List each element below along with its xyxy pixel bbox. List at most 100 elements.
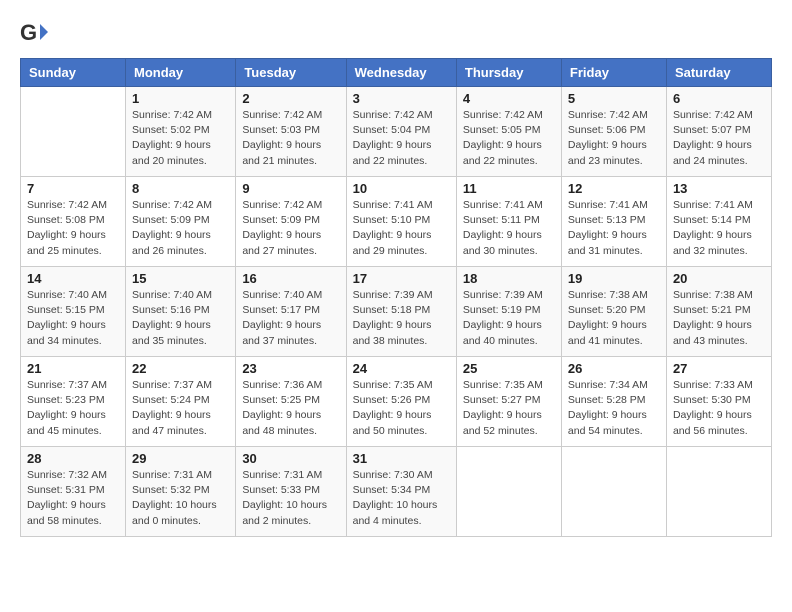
calendar-cell: 22 Sunrise: 7:37 AMSunset: 5:24 PMDayligh… [126, 357, 236, 447]
day-info: Sunrise: 7:42 AMSunset: 5:07 PMDaylight:… [673, 108, 765, 169]
day-number: 28 [27, 451, 119, 466]
day-number: 12 [568, 181, 660, 196]
day-number: 1 [132, 91, 229, 106]
day-number: 18 [463, 271, 555, 286]
day-number: 29 [132, 451, 229, 466]
calendar-week-row: 28 Sunrise: 7:32 AMSunset: 5:31 PMDayligh… [21, 447, 772, 537]
day-info: Sunrise: 7:39 AMSunset: 5:19 PMDaylight:… [463, 288, 555, 349]
calendar-cell: 14 Sunrise: 7:40 AMSunset: 5:15 PMDayligh… [21, 267, 126, 357]
day-number: 11 [463, 181, 555, 196]
day-info: Sunrise: 7:33 AMSunset: 5:30 PMDaylight:… [673, 378, 765, 439]
day-info: Sunrise: 7:35 AMSunset: 5:27 PMDaylight:… [463, 378, 555, 439]
day-number: 23 [242, 361, 339, 376]
calendar-cell: 23 Sunrise: 7:36 AMSunset: 5:25 PMDayligh… [236, 357, 346, 447]
calendar-body: 1Sunrise: 7:42 AMSunset: 5:02 PMDaylight… [21, 87, 772, 537]
calendar-cell: 21 Sunrise: 7:37 AMSunset: 5:23 PMDayligh… [21, 357, 126, 447]
calendar-cell [21, 87, 126, 177]
calendar-cell: 11 Sunrise: 7:41 AMSunset: 5:11 PMDayligh… [456, 177, 561, 267]
day-info: Sunrise: 7:41 AMSunset: 5:14 PMDaylight:… [673, 198, 765, 259]
day-info: Sunrise: 7:38 AMSunset: 5:20 PMDaylight:… [568, 288, 660, 349]
day-info: Sunrise: 7:35 AMSunset: 5:26 PMDaylight:… [353, 378, 450, 439]
weekday-header-saturday: Saturday [666, 59, 771, 87]
day-number: 14 [27, 271, 119, 286]
day-info: Sunrise: 7:36 AMSunset: 5:25 PMDaylight:… [242, 378, 339, 439]
calendar-cell [666, 447, 771, 537]
weekday-header-sunday: Sunday [21, 59, 126, 87]
weekday-header-tuesday: Tuesday [236, 59, 346, 87]
day-number: 27 [673, 361, 765, 376]
day-info: Sunrise: 7:42 AMSunset: 5:09 PMDaylight:… [242, 198, 339, 259]
calendar-cell: 31 Sunrise: 7:30 AMSunset: 5:34 PMDayligh… [346, 447, 456, 537]
weekday-header-wednesday: Wednesday [346, 59, 456, 87]
calendar-cell: 16Sunrise: 7:40 AMSunset: 5:17 PMDayligh… [236, 267, 346, 357]
day-number: 6 [673, 91, 765, 106]
day-number: 17 [353, 271, 450, 286]
svg-text:G: G [20, 20, 37, 45]
calendar-week-row: 21 Sunrise: 7:37 AMSunset: 5:23 PMDayligh… [21, 357, 772, 447]
calendar-cell: 6 Sunrise: 7:42 AMSunset: 5:07 PMDaylight… [666, 87, 771, 177]
calendar-cell: 8 Sunrise: 7:42 AMSunset: 5:09 PMDaylight… [126, 177, 236, 267]
day-number: 9 [242, 181, 339, 196]
day-number: 7 [27, 181, 119, 196]
calendar-table: SundayMondayTuesdayWednesdayThursdayFrid… [20, 58, 772, 537]
calendar-week-row: 7 Sunrise: 7:42 AMSunset: 5:08 PMDaylight… [21, 177, 772, 267]
calendar-cell: 19 Sunrise: 7:38 AMSunset: 5:20 PMDayligh… [561, 267, 666, 357]
day-info: Sunrise: 7:40 AMSunset: 5:17 PMDaylight:… [242, 288, 339, 349]
day-number: 19 [568, 271, 660, 286]
day-info: Sunrise: 7:42 AMSunset: 5:03 PMDaylight:… [242, 108, 339, 169]
weekday-header-monday: Monday [126, 59, 236, 87]
calendar-cell: 20 Sunrise: 7:38 AMSunset: 5:21 PMDayligh… [666, 267, 771, 357]
page-header: G [20, 20, 772, 48]
calendar-cell: 28 Sunrise: 7:32 AMSunset: 5:31 PMDayligh… [21, 447, 126, 537]
calendar-cell: 29 Sunrise: 7:31 AMSunset: 5:32 PMDayligh… [126, 447, 236, 537]
logo-icon: G [20, 20, 48, 48]
calendar-week-row: 1Sunrise: 7:42 AMSunset: 5:02 PMDaylight… [21, 87, 772, 177]
day-info: Sunrise: 7:37 AMSunset: 5:24 PMDaylight:… [132, 378, 229, 439]
weekday-header-friday: Friday [561, 59, 666, 87]
day-number: 30 [242, 451, 339, 466]
day-info: Sunrise: 7:32 AMSunset: 5:31 PMDaylight:… [27, 468, 119, 529]
day-number: 15 [132, 271, 229, 286]
day-number: 3 [353, 91, 450, 106]
day-number: 25 [463, 361, 555, 376]
calendar-cell: 17 Sunrise: 7:39 AMSunset: 5:18 PMDayligh… [346, 267, 456, 357]
day-info: Sunrise: 7:41 AMSunset: 5:11 PMDaylight:… [463, 198, 555, 259]
day-info: Sunrise: 7:38 AMSunset: 5:21 PMDaylight:… [673, 288, 765, 349]
day-number: 8 [132, 181, 229, 196]
calendar-cell: 30 Sunrise: 7:31 AMSunset: 5:33 PMDayligh… [236, 447, 346, 537]
calendar-week-row: 14 Sunrise: 7:40 AMSunset: 5:15 PMDayligh… [21, 267, 772, 357]
day-number: 13 [673, 181, 765, 196]
day-info: Sunrise: 7:39 AMSunset: 5:18 PMDaylight:… [353, 288, 450, 349]
day-number: 31 [353, 451, 450, 466]
day-number: 22 [132, 361, 229, 376]
day-number: 4 [463, 91, 555, 106]
calendar-cell: 25 Sunrise: 7:35 AMSunset: 5:27 PMDayligh… [456, 357, 561, 447]
calendar-cell [561, 447, 666, 537]
calendar-cell: 13 Sunrise: 7:41 AMSunset: 5:14 PMDayligh… [666, 177, 771, 267]
weekday-header-thursday: Thursday [456, 59, 561, 87]
weekday-header-row: SundayMondayTuesdayWednesdayThursdayFrid… [21, 59, 772, 87]
day-number: 21 [27, 361, 119, 376]
day-info: Sunrise: 7:42 AMSunset: 5:09 PMDaylight:… [132, 198, 229, 259]
day-info: Sunrise: 7:31 AMSunset: 5:32 PMDaylight:… [132, 468, 229, 529]
calendar-cell: 12 Sunrise: 7:41 AMSunset: 5:13 PMDayligh… [561, 177, 666, 267]
calendar-cell [456, 447, 561, 537]
day-info: Sunrise: 7:41 AMSunset: 5:13 PMDaylight:… [568, 198, 660, 259]
day-info: Sunrise: 7:34 AMSunset: 5:28 PMDaylight:… [568, 378, 660, 439]
calendar-cell: 1Sunrise: 7:42 AMSunset: 5:02 PMDaylight… [126, 87, 236, 177]
day-info: Sunrise: 7:42 AMSunset: 5:08 PMDaylight:… [27, 198, 119, 259]
calendar-cell: 4 Sunrise: 7:42 AMSunset: 5:05 PMDaylight… [456, 87, 561, 177]
calendar-cell: 24Sunrise: 7:35 AMSunset: 5:26 PMDayligh… [346, 357, 456, 447]
calendar-cell: 5Sunrise: 7:42 AMSunset: 5:06 PMDaylight… [561, 87, 666, 177]
day-info: Sunrise: 7:31 AMSunset: 5:33 PMDaylight:… [242, 468, 339, 529]
calendar-cell: 26 Sunrise: 7:34 AMSunset: 5:28 PMDayligh… [561, 357, 666, 447]
calendar-cell: 7 Sunrise: 7:42 AMSunset: 5:08 PMDaylight… [21, 177, 126, 267]
calendar-cell: 9 Sunrise: 7:42 AMSunset: 5:09 PMDaylight… [236, 177, 346, 267]
day-info: Sunrise: 7:41 AMSunset: 5:10 PMDaylight:… [353, 198, 450, 259]
day-info: Sunrise: 7:37 AMSunset: 5:23 PMDaylight:… [27, 378, 119, 439]
day-info: Sunrise: 7:30 AMSunset: 5:34 PMDaylight:… [353, 468, 450, 529]
day-info: Sunrise: 7:42 AMSunset: 5:05 PMDaylight:… [463, 108, 555, 169]
day-number: 26 [568, 361, 660, 376]
day-number: 20 [673, 271, 765, 286]
day-info: Sunrise: 7:40 AMSunset: 5:15 PMDaylight:… [27, 288, 119, 349]
